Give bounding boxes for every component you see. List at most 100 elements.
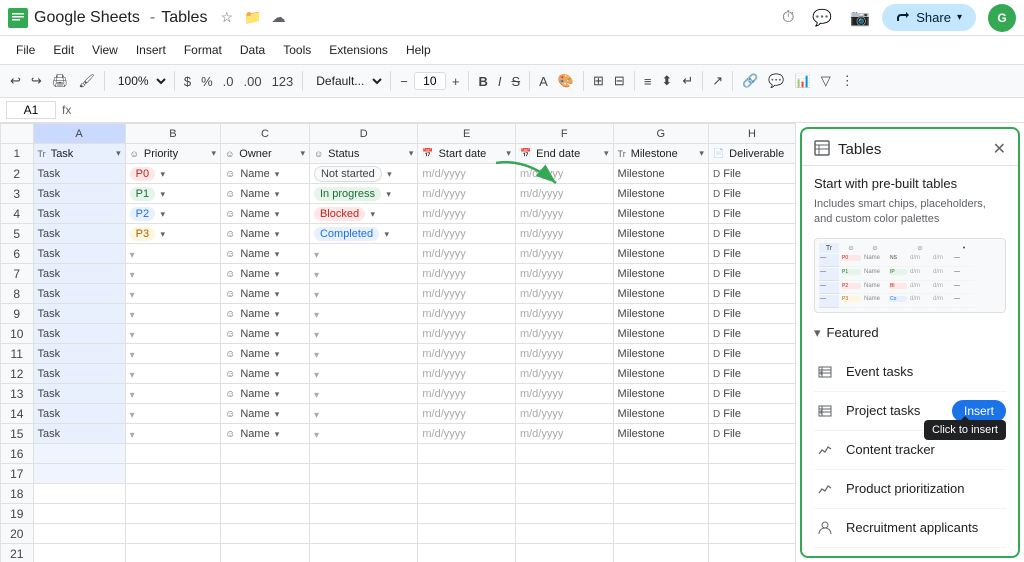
col-header-E[interactable]: E: [418, 124, 516, 144]
text-rotation-button[interactable]: ↗: [708, 70, 727, 92]
percent-button[interactable]: %: [197, 71, 217, 92]
font-size-increase[interactable]: +: [448, 71, 464, 92]
col-header-D[interactable]: D: [309, 124, 417, 144]
font-select[interactable]: Default...: [308, 71, 385, 91]
header-task[interactable]: Tr Task ▾: [33, 144, 125, 164]
chat-icon[interactable]: 💬: [812, 8, 832, 28]
cell-5-status[interactable]: Completed ▾: [309, 224, 417, 244]
cell-3-deliverable[interactable]: D File: [708, 184, 795, 204]
cell-2-task[interactable]: Task: [33, 164, 125, 184]
chart-button[interactable]: 📊: [791, 70, 815, 92]
merge-button[interactable]: ⊟: [610, 70, 629, 92]
cell-4-task[interactable]: Task: [33, 204, 125, 224]
italic-button[interactable]: I: [494, 71, 506, 92]
header-status[interactable]: ☺ Status ▾: [309, 144, 417, 164]
font-size-input[interactable]: [414, 72, 446, 90]
menu-data[interactable]: Data: [232, 41, 273, 59]
decimal-inc-button[interactable]: .00: [239, 71, 265, 92]
menu-edit[interactable]: Edit: [45, 41, 82, 59]
menu-view[interactable]: View: [84, 41, 126, 59]
cloud-icon[interactable]: ☁: [271, 9, 285, 26]
header-milestone[interactable]: Tr Milestone ▾: [613, 144, 708, 164]
cell-5-task[interactable]: Task: [33, 224, 125, 244]
cell-2-deliverable[interactable]: D File: [708, 164, 795, 184]
cell-4-end[interactable]: m/d/yyyy: [515, 204, 613, 224]
cell-4-start[interactable]: m/d/yyyy: [418, 204, 516, 224]
font-size-decrease[interactable]: −: [396, 71, 412, 92]
cell-3-status[interactable]: In progress ▾: [309, 184, 417, 204]
cell-5-deliverable[interactable]: D File: [708, 224, 795, 244]
cell-4-milestone[interactable]: Milestone: [613, 204, 708, 224]
cell-3-milestone[interactable]: Milestone: [613, 184, 708, 204]
history-icon[interactable]: ⏱: [782, 9, 794, 27]
header-owner[interactable]: ☺ Owner ▾: [221, 144, 310, 164]
panel-item-event-planning[interactable]: Event planning ›: [814, 548, 1006, 556]
folder-icon[interactable]: 📁: [244, 9, 261, 26]
formula-input[interactable]: [77, 102, 1018, 118]
text-color-button[interactable]: A: [535, 71, 552, 92]
panel-close-button[interactable]: ✕: [993, 139, 1006, 159]
featured-section[interactable]: ▾ Featured: [814, 325, 1006, 341]
menu-help[interactable]: Help: [398, 41, 439, 59]
panel-item-project-tasks[interactable]: Project tasks Insert Click to insert: [814, 392, 1006, 431]
camera-icon[interactable]: 📷: [850, 8, 870, 28]
filter-button[interactable]: ▽: [817, 70, 835, 92]
cell-5-priority[interactable]: P3 ▾: [125, 224, 220, 244]
avatar[interactable]: G: [988, 4, 1016, 32]
cell-2-status[interactable]: Not started ▾: [309, 164, 417, 184]
cell-4-priority[interactable]: P2 ▾: [125, 204, 220, 224]
format-number-button[interactable]: 123: [268, 71, 298, 92]
strikethrough-button[interactable]: S: [507, 71, 524, 92]
print-button[interactable]: 🖨: [48, 70, 73, 92]
spreadsheet[interactable]: A B C D E F G H 1: [0, 123, 796, 562]
link-button[interactable]: 🔗: [738, 70, 762, 92]
cell-3-owner[interactable]: ☺ Name ▾: [221, 184, 310, 204]
cell-5-end[interactable]: m/d/yyyy: [515, 224, 613, 244]
cell-5-owner[interactable]: ☺ Name ▾: [221, 224, 310, 244]
share-dropdown-arrow[interactable]: ▾: [957, 12, 962, 23]
col-header-B[interactable]: B: [125, 124, 220, 144]
header-deliverable[interactable]: 📄 Deliverable: [708, 144, 795, 164]
cell-2-priority[interactable]: P0 ▾: [125, 164, 220, 184]
menu-extensions[interactable]: Extensions: [321, 41, 396, 59]
panel-item-product-prioritization[interactable]: Product prioritization: [814, 470, 1006, 509]
col-header-A[interactable]: A: [33, 124, 125, 144]
col-header-C[interactable]: C: [221, 124, 310, 144]
share-button[interactable]: Share ▾: [882, 4, 976, 31]
featured-chevron-icon[interactable]: ▾: [814, 325, 821, 341]
cell-5-milestone[interactable]: Milestone: [613, 224, 708, 244]
star-icon[interactable]: ☆: [220, 9, 233, 26]
wrap-button[interactable]: ↵: [678, 70, 697, 92]
cell-4-deliverable[interactable]: D File: [708, 204, 795, 224]
menu-tools[interactable]: Tools: [275, 41, 319, 59]
paint-format-button[interactable]: 🖌: [74, 70, 99, 92]
header-priority[interactable]: ☺ Priority ▾: [125, 144, 220, 164]
zoom-select[interactable]: 100%: [110, 71, 169, 91]
decimal-dec-button[interactable]: .0: [219, 71, 238, 92]
panel-item-recruitment[interactable]: Recruitment applicants: [814, 509, 1006, 548]
undo-button[interactable]: ↩: [6, 70, 25, 92]
more-button[interactable]: ⋮: [837, 70, 858, 92]
menu-file[interactable]: File: [8, 41, 43, 59]
valign-button[interactable]: ⬍: [657, 70, 676, 92]
panel-item-event-tasks[interactable]: Event tasks: [814, 353, 1006, 392]
col-header-H[interactable]: H: [708, 124, 795, 144]
borders-button[interactable]: ⊞: [589, 70, 608, 92]
cell-reference-input[interactable]: [6, 101, 56, 119]
comment-button[interactable]: 💬: [764, 70, 788, 92]
cell-3-priority[interactable]: P1 ▾: [125, 184, 220, 204]
cell-4-owner[interactable]: ☺ Name ▾: [221, 204, 310, 224]
bold-button[interactable]: B: [474, 71, 491, 92]
col-header-G[interactable]: G: [613, 124, 708, 144]
redo-button[interactable]: ↪: [27, 70, 46, 92]
cell-2-owner[interactable]: ☺ Name ▾: [221, 164, 310, 184]
cell-2-milestone[interactable]: Milestone: [613, 164, 708, 184]
fill-color-button[interactable]: 🎨: [554, 70, 578, 92]
menu-format[interactable]: Format: [176, 41, 230, 59]
cell-4-status[interactable]: Blocked ▾: [309, 204, 417, 224]
menu-insert[interactable]: Insert: [128, 41, 174, 59]
align-button[interactable]: ≡: [640, 71, 656, 92]
cell-5-start[interactable]: m/d/yyyy: [418, 224, 516, 244]
cell-3-task[interactable]: Task: [33, 184, 125, 204]
currency-button[interactable]: $: [180, 71, 195, 92]
